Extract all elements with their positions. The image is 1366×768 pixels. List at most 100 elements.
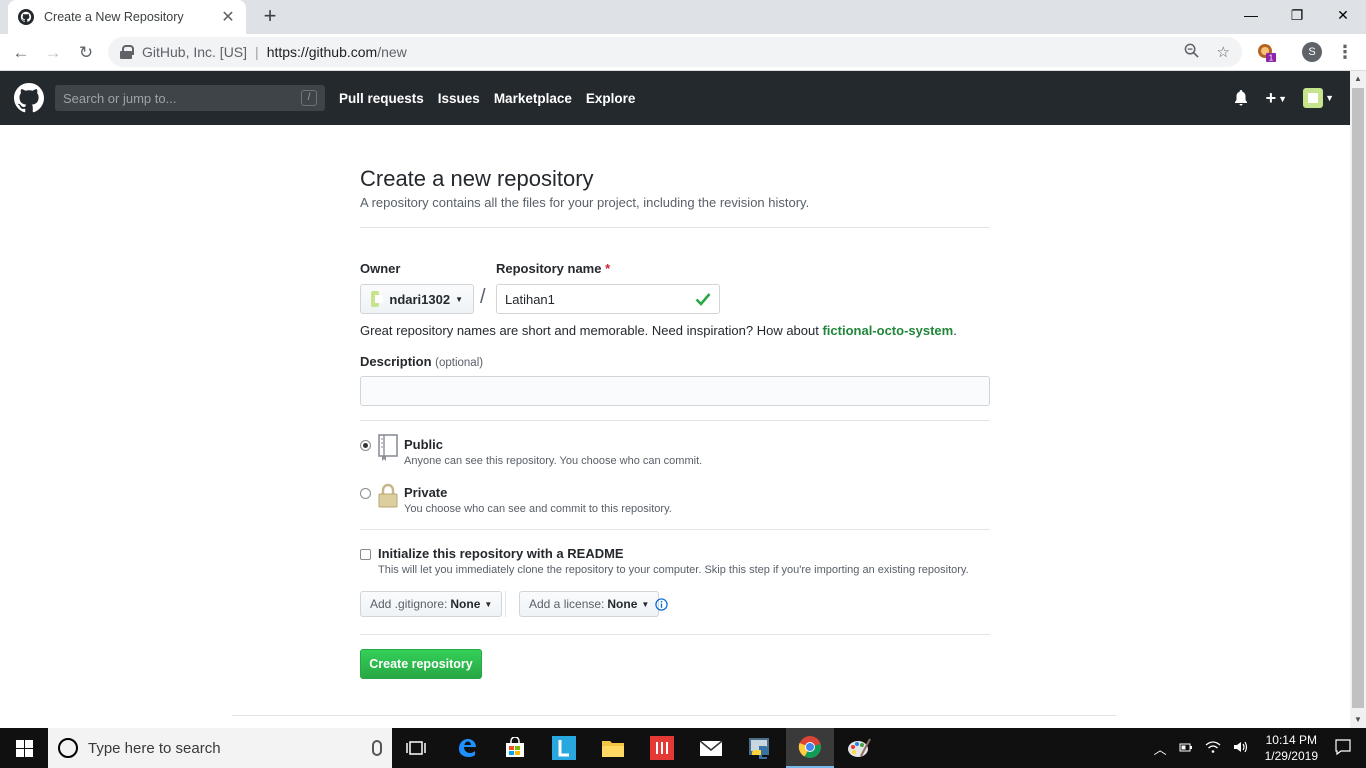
- url-host: https://github.com: [266, 44, 378, 60]
- clock-date: 1/29/2019: [1264, 749, 1318, 763]
- readme-checkbox[interactable]: [360, 549, 371, 560]
- new-tab-icon[interactable]: +: [258, 4, 282, 28]
- page-subtitle: A repository contains all the files for …: [360, 195, 810, 210]
- tab-close-icon[interactable]: ✕: [220, 7, 236, 27]
- github-search-input[interactable]: [63, 90, 301, 106]
- owner-avatar: [371, 291, 384, 307]
- volume-icon[interactable]: [1233, 740, 1249, 757]
- taskbar-search[interactable]: [48, 728, 392, 768]
- github-favicon-icon: [18, 9, 34, 25]
- caret-down-icon: ▼: [1325, 93, 1334, 103]
- scroll-up-icon[interactable]: ▲: [1350, 71, 1366, 87]
- chrome-profile-avatar[interactable]: S: [1302, 42, 1322, 62]
- scroll-down-icon[interactable]: ▼: [1350, 712, 1366, 728]
- file-explorer-icon[interactable]: [589, 728, 637, 768]
- taskbar-clock[interactable]: 10:14 PM 1/29/2019: [1265, 732, 1318, 764]
- owner-value: ndari1302: [389, 291, 451, 307]
- new-repo-form: Create a new repository A repository con…: [360, 125, 990, 679]
- public-title: Public: [404, 437, 444, 452]
- public-radio[interactable]: [360, 440, 371, 451]
- caret-down-icon: ▼: [641, 599, 650, 609]
- extension-icon[interactable]: 1: [1256, 42, 1278, 64]
- media-app-icon[interactable]: [638, 728, 686, 768]
- action-center-icon[interactable]: [1334, 738, 1352, 759]
- page-scrollbar[interactable]: ▲ ▼: [1350, 71, 1366, 728]
- browser-tabstrip: Create a New Repository ✕ + — ❐ ✕: [0, 0, 1366, 34]
- private-radio[interactable]: [360, 488, 371, 499]
- page-title: Create a new repository: [360, 166, 594, 191]
- caret-down-icon: ▼: [1278, 93, 1288, 104]
- repo-name-input[interactable]: [505, 291, 695, 307]
- nav-explore[interactable]: Explore: [586, 91, 636, 106]
- wifi-icon[interactable]: [1205, 740, 1221, 757]
- lock-icon[interactable]: [120, 45, 134, 59]
- paint-icon[interactable]: [835, 728, 883, 768]
- cortana-icon: [58, 738, 78, 758]
- edge-icon[interactable]: [443, 728, 491, 768]
- python-icon[interactable]: [736, 728, 784, 768]
- bookmark-star-icon[interactable]: ☆: [1217, 43, 1230, 62]
- chrome-icon[interactable]: [786, 728, 834, 768]
- gitignore-select[interactable]: Add .gitignore: None ▼: [360, 591, 503, 617]
- address-bar[interactable]: GitHub, Inc. [US] | https://github.com/n…: [108, 37, 1242, 67]
- github-logo-icon[interactable]: [14, 83, 44, 113]
- plus-icon: +: [1265, 87, 1277, 108]
- microphone-icon[interactable]: [372, 740, 382, 756]
- create-new-dropdown[interactable]: + ▼: [1266, 88, 1287, 109]
- back-icon[interactable]: ←: [8, 40, 34, 66]
- public-note: Anyone can see this repository. You choo…: [404, 455, 703, 467]
- visibility-private-option[interactable]: Private You choose who can see and commi…: [360, 483, 990, 521]
- license-select[interactable]: Add a license: None ▼: [519, 591, 660, 617]
- info-icon[interactable]: [655, 598, 668, 611]
- repo-name-field[interactable]: [496, 284, 720, 314]
- battery-icon[interactable]: [1179, 740, 1193, 757]
- private-title: Private: [404, 485, 448, 500]
- task-view-icon[interactable]: [392, 728, 440, 768]
- browser-toolbar: ← → ↻ GitHub, Inc. [US] | https://github…: [0, 34, 1366, 71]
- user-menu-dropdown[interactable]: ▼: [1303, 88, 1334, 108]
- readme-option[interactable]: Initialize this repository with a README…: [360, 546, 990, 582]
- nav-issues[interactable]: Issues: [438, 91, 480, 106]
- hint-text: Great repository names are short and mem…: [360, 323, 823, 338]
- reload-icon[interactable]: ↻: [73, 40, 99, 66]
- repo-book-icon: [377, 434, 399, 462]
- taskbar-search-input[interactable]: [88, 739, 372, 757]
- description-label: Description (optional): [360, 354, 483, 369]
- divider: [360, 529, 990, 530]
- notifications-bell-icon[interactable]: [1234, 90, 1250, 106]
- visibility-public-option[interactable]: Public Anyone can see this repository. Y…: [360, 434, 990, 473]
- owner-select[interactable]: ndari1302 ▼: [360, 284, 474, 314]
- nav-pull-requests[interactable]: Pull requests: [339, 91, 424, 106]
- owner-repo-separator: /: [480, 286, 486, 308]
- window-close-icon[interactable]: ✕: [1320, 0, 1366, 32]
- github-nav: Pull requests Issues Marketplace Explore: [339, 71, 635, 125]
- forward-icon[interactable]: →: [40, 40, 66, 66]
- clock-time: 10:14 PM: [1265, 733, 1317, 747]
- extension-badge: 1: [1269, 54, 1274, 63]
- zoom-icon[interactable]: [1184, 43, 1199, 62]
- scroll-thumb[interactable]: [1352, 88, 1364, 708]
- chrome-menu-icon[interactable]: ⋮: [1336, 40, 1354, 64]
- readme-title: Initialize this repository with a README: [378, 546, 624, 561]
- url-path: /new: [377, 44, 407, 60]
- required-marker: *: [605, 261, 611, 276]
- windows-start-icon[interactable]: [0, 728, 48, 768]
- restore-icon[interactable]: ❐: [1274, 0, 1320, 32]
- github-header: / Pull requests Issues Marketplace Explo…: [0, 71, 1350, 125]
- launcher-l-icon[interactable]: [540, 728, 588, 768]
- description-input[interactable]: [360, 376, 990, 406]
- name-suggestion-link[interactable]: fictional-octo-system: [822, 323, 953, 338]
- nav-marketplace[interactable]: Marketplace: [494, 91, 572, 106]
- github-search[interactable]: /: [55, 85, 325, 111]
- address-separator: |: [255, 44, 259, 60]
- license-label: Add a license:: [529, 597, 605, 611]
- store-icon[interactable]: [491, 728, 539, 768]
- owner-label: Owner: [360, 261, 401, 276]
- mail-icon[interactable]: [687, 728, 735, 768]
- show-hidden-icons-icon[interactable]: ︿: [1154, 739, 1167, 758]
- create-repository-button[interactable]: Create repository: [360, 649, 482, 679]
- minimize-icon[interactable]: —: [1228, 0, 1274, 32]
- search-shortcut-hint: /: [301, 90, 317, 106]
- repo-name-label: Repository name *: [496, 261, 610, 276]
- browser-tab[interactable]: Create a New Repository ✕: [8, 0, 246, 34]
